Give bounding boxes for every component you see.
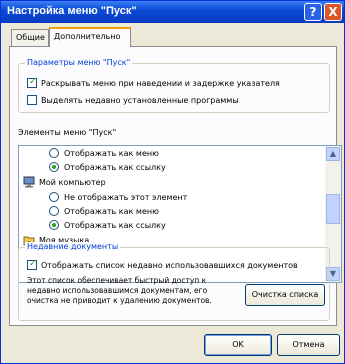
scroll-up-button[interactable]: ▲ — [326, 147, 340, 161]
tab-general[interactable]: Общие — [11, 29, 49, 46]
start-menu-params-group: Параметры меню "Пуск" Раскрывать меню пр… — [18, 58, 330, 113]
list-item-label: Не отображать этот элемент — [64, 193, 188, 202]
start-menu-items-label: Элементы меню "Пуск" — [18, 128, 117, 137]
tab-advanced[interactable]: Дополнительно — [49, 27, 131, 47]
show-recent-docs-checkbox[interactable] — [27, 259, 37, 270]
recent-docs-legend: Недавние документы — [25, 242, 121, 251]
highlight-new-checkbox[interactable] — [27, 95, 37, 105]
list-item-label: Отображать как меню — [64, 207, 159, 216]
close-button[interactable]: X — [324, 3, 342, 21]
recent-docs-description: Этот список обеспечивает быстрый доступ … — [27, 276, 212, 305]
hover-expand-label: Раскрывать меню при наведении и задержке… — [41, 79, 280, 88]
radio-button[interactable] — [49, 162, 59, 172]
list-item-label: Отображать как ссылку — [64, 221, 166, 230]
title-bar[interactable]: Настройка меню "Пуск" ? X — [1, 1, 344, 23]
start-menu-params-legend: Параметры меню "Пуск" — [25, 58, 133, 67]
cancel-button[interactable]: Отмена — [277, 334, 340, 356]
window-title: Настройка меню "Пуск" — [7, 5, 137, 17]
recent-docs-group: Недавние документы Отображать список нед… — [18, 242, 330, 321]
hover-expand-checkbox[interactable] — [27, 77, 37, 88]
computer-icon — [23, 176, 35, 188]
radio-button[interactable] — [49, 148, 59, 158]
radio-button[interactable] — [49, 220, 59, 230]
clear-list-button[interactable]: Очистка списка — [245, 284, 325, 306]
list-item-label: Отображать как ссылку — [64, 163, 166, 172]
show-recent-docs-label: Отображать список недавно использовавших… — [41, 261, 298, 270]
start-menu-settings-dialog: Настройка меню "Пуск" ? X Общие Дополнит… — [0, 0, 345, 364]
scroll-thumb[interactable] — [326, 194, 340, 224]
tab-panel-advanced: Параметры меню "Пуск" Раскрывать меню пр… — [9, 46, 342, 326]
ok-button[interactable]: OK — [204, 334, 272, 356]
list-item-label: Отображать как меню — [64, 149, 159, 158]
help-button[interactable]: ? — [304, 3, 322, 21]
radio-button[interactable] — [49, 206, 59, 216]
radio-button[interactable] — [49, 192, 59, 202]
highlight-new-label: Выделять недавно установленные программы — [41, 96, 239, 105]
list-group-label: Мой компьютер — [39, 178, 106, 187]
